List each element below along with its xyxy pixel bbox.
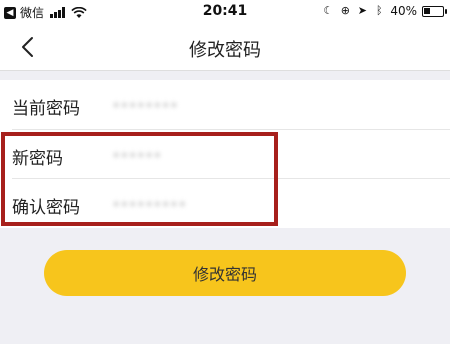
battery-icon bbox=[422, 5, 447, 17]
new-password-row: 新密码 bbox=[0, 130, 450, 180]
current-password-row: 当前密码 bbox=[0, 80, 450, 130]
confirm-password-row: 确认密码 bbox=[0, 179, 450, 229]
confirm-password-label: 确认密码 bbox=[12, 198, 80, 218]
page-title: 修改密码 bbox=[189, 40, 261, 61]
new-password-input[interactable] bbox=[110, 146, 264, 166]
confirm-password-input[interactable] bbox=[110, 195, 264, 215]
battery-level bbox=[424, 7, 430, 14]
moon-icon: ☾ bbox=[323, 4, 334, 17]
current-password-label: 当前密码 bbox=[12, 99, 80, 119]
new-password-label: 新密码 bbox=[12, 149, 63, 169]
status-bar: ◀ 微信 20:41 ☾ ⊕ ➤ ᛒ 40% bbox=[0, 0, 450, 24]
location-icon: ➤ bbox=[357, 4, 367, 17]
orientation-lock-icon: ⊕ bbox=[340, 4, 350, 17]
current-password-input[interactable] bbox=[110, 96, 264, 116]
battery-percent: 40% bbox=[390, 4, 417, 18]
password-form: 当前密码 新密码 确认密码 bbox=[0, 80, 450, 228]
nav-bar: 修改密码 bbox=[0, 24, 450, 71]
bluetooth-icon: ᛒ bbox=[376, 4, 383, 17]
change-password-button[interactable]: 修改密码 bbox=[44, 250, 406, 296]
status-right: ☾ ⊕ ➤ ᛒ 40% bbox=[322, 4, 447, 18]
